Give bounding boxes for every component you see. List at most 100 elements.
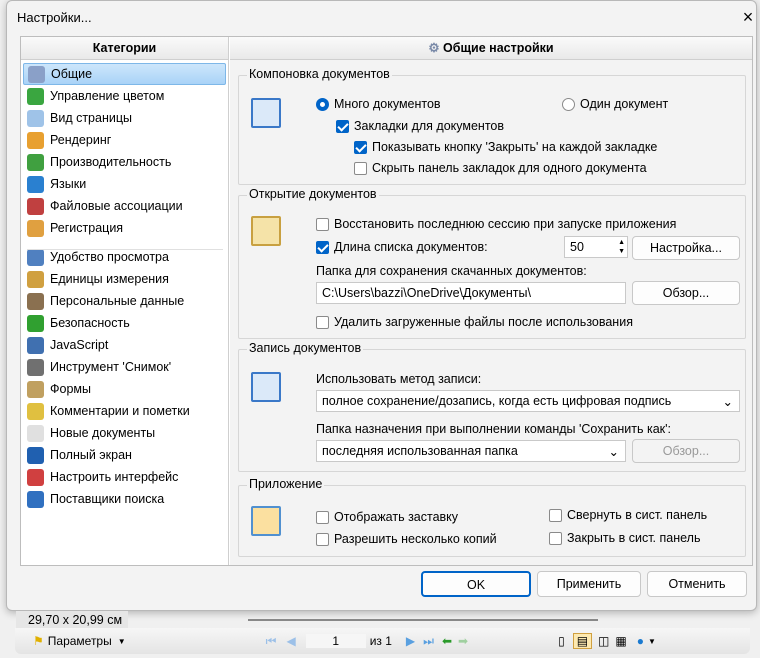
category-label: Поставщики поиска (50, 492, 165, 506)
cancel-button[interactable]: Отменить (647, 571, 747, 597)
category-label: Управление цветом (50, 89, 165, 103)
delete-downloads-checkbox[interactable]: Удалить загруженные файлы после использо… (316, 315, 633, 329)
category-item[interactable]: Настроить интерфейс (23, 466, 226, 488)
next-page-icon[interactable]: ▶ (406, 634, 415, 648)
page-input[interactable]: 1 (305, 634, 366, 648)
chevron-down-icon[interactable]: ▼ (648, 637, 656, 646)
category-item[interactable]: Единицы измерения (23, 268, 226, 290)
layout-group: Компоновка документов Много документов О… (238, 67, 746, 185)
category-item[interactable]: Управление цветом (23, 85, 226, 107)
first-page-icon[interactable]: ⏮ (266, 634, 277, 649)
prev-page-icon[interactable]: ◀ (286, 634, 295, 648)
close-tray-checkbox[interactable]: Закрыть в сист. панель (549, 531, 700, 545)
application-group: Приложение Отображать заставку Разрешить… (238, 477, 746, 557)
pane-title: Общие настройки (443, 41, 554, 55)
category-label: Общие (51, 67, 93, 81)
params-menu[interactable]: Параметры (48, 634, 112, 648)
category-icon (27, 175, 44, 193)
category-label: Полный экран (50, 448, 132, 462)
category-item[interactable]: Производительность (23, 151, 226, 173)
category-icon (27, 490, 44, 508)
category-item[interactable]: Инструмент 'Снимок' (23, 356, 226, 378)
category-icon (27, 424, 44, 442)
continuous-page-icon[interactable]: ▤ (572, 633, 593, 649)
category-item[interactable]: Вид страницы (23, 107, 226, 129)
category-item[interactable]: Новые документы (23, 422, 226, 444)
multi-documents-radio[interactable]: Много документов (316, 97, 441, 111)
divider (27, 249, 223, 250)
category-label: Производительность (50, 155, 172, 169)
general-settings-pane: ⚙ Общие настройки Компоновка документов … (230, 37, 752, 565)
single-page-icon[interactable]: ▯ (558, 634, 565, 648)
category-item[interactable]: Файловые ассоциации (23, 195, 226, 217)
category-icon (27, 446, 44, 464)
category-label: Единицы измерения (50, 272, 169, 286)
opening-group: Открытие документов Восстановить последн… (238, 187, 746, 339)
category-item[interactable]: Персональные данные (23, 290, 226, 312)
list-length-spinner[interactable]: 50 ▲ ▼ (564, 236, 628, 258)
restore-session-checkbox[interactable]: Восстановить последнюю сессию при запуск… (316, 217, 676, 231)
download-folder-input[interactable]: C:\Users\bazzi\OneDrive\Документы\ (316, 282, 626, 304)
multi-instance-checkbox[interactable]: Разрешить несколько копий (316, 532, 497, 546)
category-label: Формы (50, 382, 91, 396)
category-icon (27, 380, 44, 398)
settings-dialog: Настройки... × Категории Общие Управление… (6, 0, 757, 611)
save-as-folder-select[interactable]: последняя использованная папка ⌄ (316, 440, 626, 462)
category-item[interactable]: Языки (23, 173, 226, 195)
facing-pages-icon[interactable]: ◫ (598, 634, 609, 648)
minimize-tray-checkbox[interactable]: Свернуть в сист. панель (549, 508, 707, 522)
browse-button[interactable]: Обзор... (632, 281, 740, 305)
flag-icon: ⚑ (33, 634, 44, 648)
category-item[interactable]: Поставщики поиска (23, 488, 226, 510)
category-item[interactable]: Общие (23, 63, 226, 85)
browse-disabled-button[interactable]: Обзор... (632, 439, 740, 463)
settings-panel: Категории Общие Управление цветом Вид стра… (20, 36, 753, 566)
ok-button[interactable]: OK (421, 571, 531, 597)
splash-checkbox[interactable]: Отображать заставку (316, 510, 458, 524)
save-method-select[interactable]: полное сохранение/дозапись, когда есть ц… (316, 390, 740, 412)
category-icon (27, 292, 44, 310)
setup-button[interactable]: Настройка... (632, 236, 740, 260)
category-label: Языки (50, 177, 87, 191)
category-item[interactable]: Рендеринг (23, 129, 226, 151)
open-folder-icon (251, 216, 281, 246)
app-icon (251, 506, 281, 536)
scrollbar[interactable] (248, 619, 598, 621)
category-label: Настроить интерфейс (50, 470, 179, 484)
show-close-checkbox[interactable]: Показывать кнопку 'Закрыть' на каждой за… (354, 140, 657, 154)
category-icon (27, 402, 44, 420)
category-label: Безопасность (50, 316, 130, 330)
category-item[interactable]: Формы (23, 378, 226, 400)
continuous-facing-icon[interactable]: ▦ (615, 634, 626, 648)
category-item[interactable]: JavaScript (23, 334, 226, 356)
edge-icon[interactable]: ● (637, 634, 644, 648)
category-label: Удобство просмотра (50, 250, 169, 264)
apply-button[interactable]: Применить (537, 571, 641, 597)
page-count: из 1 (369, 634, 392, 648)
list-length-checkbox[interactable]: Длина списка документов: (316, 240, 488, 254)
category-icon (28, 65, 45, 83)
download-folder-label: Папка для сохранения скачанных документо… (316, 264, 587, 278)
back-icon[interactable]: ⬅ (442, 634, 452, 648)
category-item[interactable]: Полный экран (23, 444, 226, 466)
windows-icon (251, 98, 281, 128)
category-icon (27, 131, 44, 149)
gear-icon: ⚙ (428, 41, 444, 55)
hide-tabs-checkbox[interactable]: Скрыть панель закладок для одного докуме… (354, 161, 647, 175)
bottom-toolbar: ⚑ Параметры ▼ ⏮ ◀ 1 из 1 ▶ ⏭ ⬅ ➡ ▯ ▤ ◫ ▦… (15, 628, 750, 654)
category-icon (27, 468, 44, 486)
category-item[interactable]: Регистрация (23, 217, 226, 239)
forward-icon[interactable]: ➡ (458, 634, 468, 648)
single-document-radio[interactable]: Один документ (562, 97, 668, 111)
category-label: Регистрация (50, 221, 124, 235)
close-icon[interactable]: × (736, 5, 760, 29)
category-item[interactable]: Безопасность (23, 312, 226, 334)
tabs-checkbox[interactable]: Закладки для документов (336, 119, 504, 133)
chevron-down-icon[interactable]: ▼ (118, 637, 126, 646)
category-icon (27, 314, 44, 332)
category-icon (27, 197, 44, 215)
last-page-icon[interactable]: ⏭ (423, 634, 434, 649)
category-label: Комментарии и пометки (50, 404, 190, 418)
category-icon (27, 219, 44, 237)
category-item[interactable]: Комментарии и пометки (23, 400, 226, 422)
